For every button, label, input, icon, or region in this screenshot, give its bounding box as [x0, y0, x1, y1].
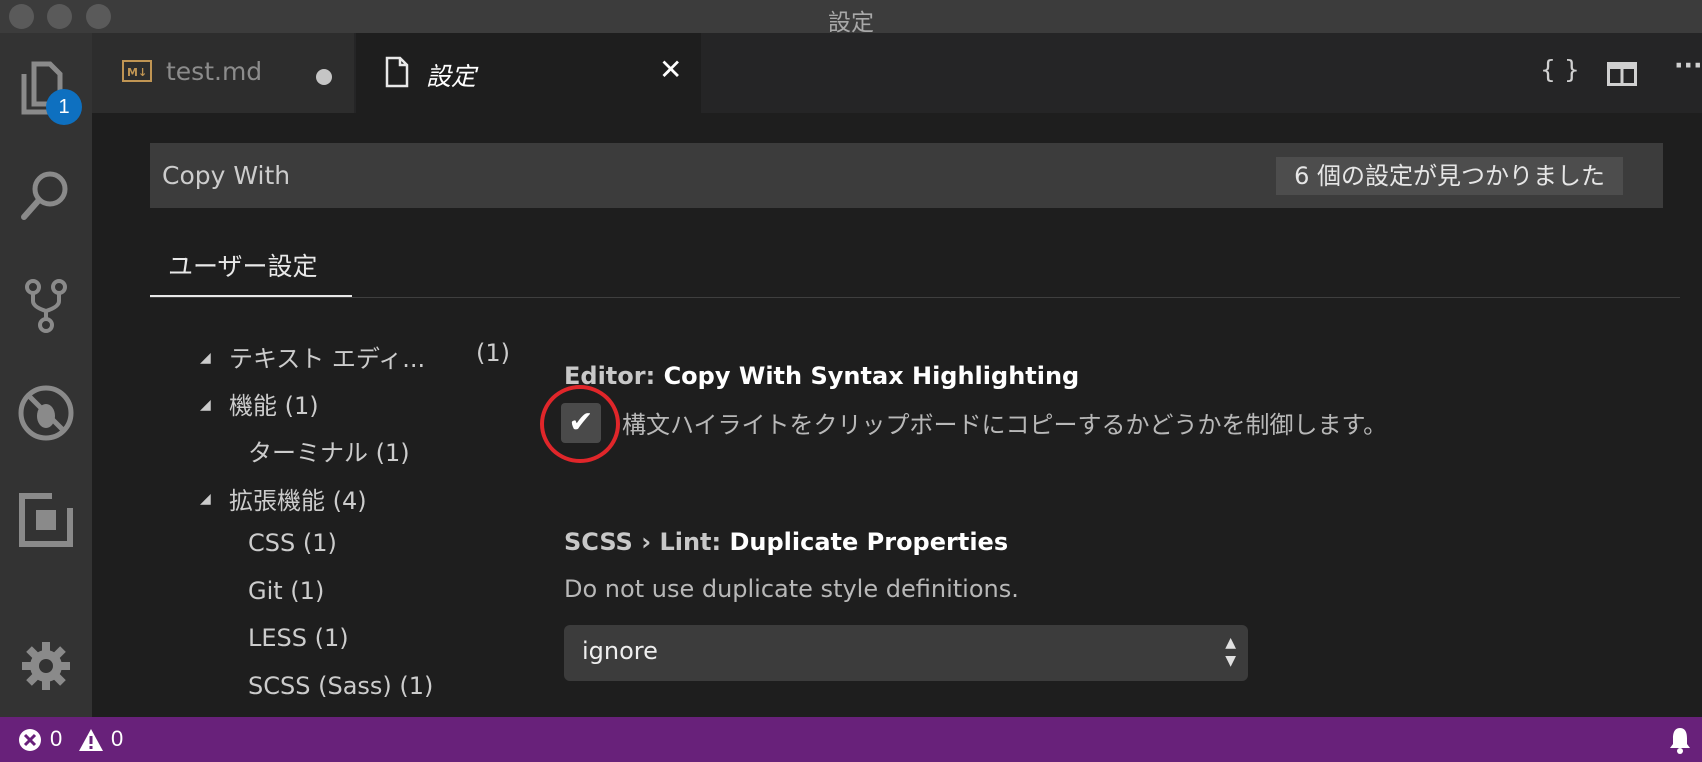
gear-icon[interactable] — [16, 636, 76, 696]
unsaved-dot-icon[interactable] — [316, 69, 332, 85]
setting-title: Editor: Copy With Syntax Highlighting — [564, 362, 1079, 390]
file-icon — [384, 56, 410, 92]
open-json-button[interactable]: { } — [1540, 55, 1580, 84]
setting-name: Copy With Syntax Highlighting — [663, 362, 1080, 390]
status-bar: 0 0 — [0, 717, 1702, 762]
tab-label: 設定 — [426, 62, 477, 91]
split-editor-icon[interactable] — [1607, 62, 1637, 90]
tab-test-md[interactable]: M↓ test.md — [92, 33, 354, 113]
expand-triangle-icon[interactable]: ◢ — [200, 397, 211, 413]
markdown-icon: M↓ — [122, 59, 152, 87]
expand-triangle-icon[interactable]: ◢ — [200, 350, 211, 366]
more-actions-icon[interactable]: ··· — [1674, 51, 1702, 80]
toc-item-extensions[interactable]: 拡張機能 (4) — [229, 481, 367, 516]
search-input[interactable] — [162, 143, 1162, 208]
toc-item-css[interactable]: CSS (1) — [248, 529, 337, 557]
highlight-circle-annotation — [540, 385, 620, 463]
setting-title: SCSS › Lint: Duplicate Properties — [564, 528, 1008, 556]
extensions-icon[interactable] — [16, 490, 76, 550]
divider — [150, 297, 1680, 298]
tab-settings[interactable]: 設定 ✕ — [356, 33, 701, 113]
setting-name: Duplicate Properties — [729, 528, 1009, 556]
result-count-badge: 6 個の設定が見つかりました — [1276, 157, 1623, 195]
bell-icon[interactable] — [1668, 726, 1692, 758]
error-count[interactable]: 0 — [50, 726, 62, 752]
warning-count[interactable]: 0 — [111, 726, 123, 752]
tab-user-settings[interactable]: ユーザー設定 — [168, 247, 318, 283]
toc-item-features[interactable]: 機能 (1) — [229, 386, 319, 421]
toc-item-less[interactable]: LESS (1) — [248, 624, 349, 652]
setting-category: SCSS › Lint: — [564, 528, 730, 556]
duplicate-properties-select[interactable]: ignore ▲ ▼ — [564, 625, 1248, 681]
toc-item-terminal[interactable]: ターミナル (1) — [248, 433, 410, 468]
setting-description: 構文ハイライトをクリップボードにコピーするかどうかを制御します。 — [622, 411, 1388, 439]
close-icon[interactable]: ✕ — [659, 53, 682, 86]
toc-item-count: (1) — [476, 339, 510, 367]
explorer-badge: 1 — [46, 89, 82, 125]
toc-item-scss[interactable]: SCSS (Sass) (1) — [248, 672, 433, 700]
source-control-icon[interactable] — [16, 275, 76, 335]
toc-item-text-editor[interactable]: テキスト エディ... — [229, 339, 425, 374]
svg-text:M↓: M↓ — [127, 66, 147, 79]
search-icon[interactable] — [16, 165, 76, 225]
toc-item-git[interactable]: Git (1) — [248, 577, 324, 605]
warning-icon[interactable] — [78, 728, 104, 756]
activity-bar: 1 — [0, 33, 92, 717]
setting-description: Do not use duplicate style definitions. — [564, 575, 1019, 603]
select-value: ignore — [582, 637, 658, 665]
window-title: 設定 — [828, 10, 874, 36]
expand-triangle-icon[interactable]: ◢ — [200, 491, 211, 507]
tab-label: test.md — [166, 57, 263, 86]
select-arrows-icon: ▲ ▼ — [1225, 635, 1236, 669]
settings-search-box: 6 個の設定が見つかりました — [150, 143, 1663, 208]
debug-icon[interactable] — [16, 383, 76, 443]
error-icon[interactable] — [18, 728, 42, 756]
title-bar: 設定 — [0, 0, 1702, 36]
tab-bar: M↓ test.md 設定 ✕ { } ··· — [92, 33, 1702, 113]
